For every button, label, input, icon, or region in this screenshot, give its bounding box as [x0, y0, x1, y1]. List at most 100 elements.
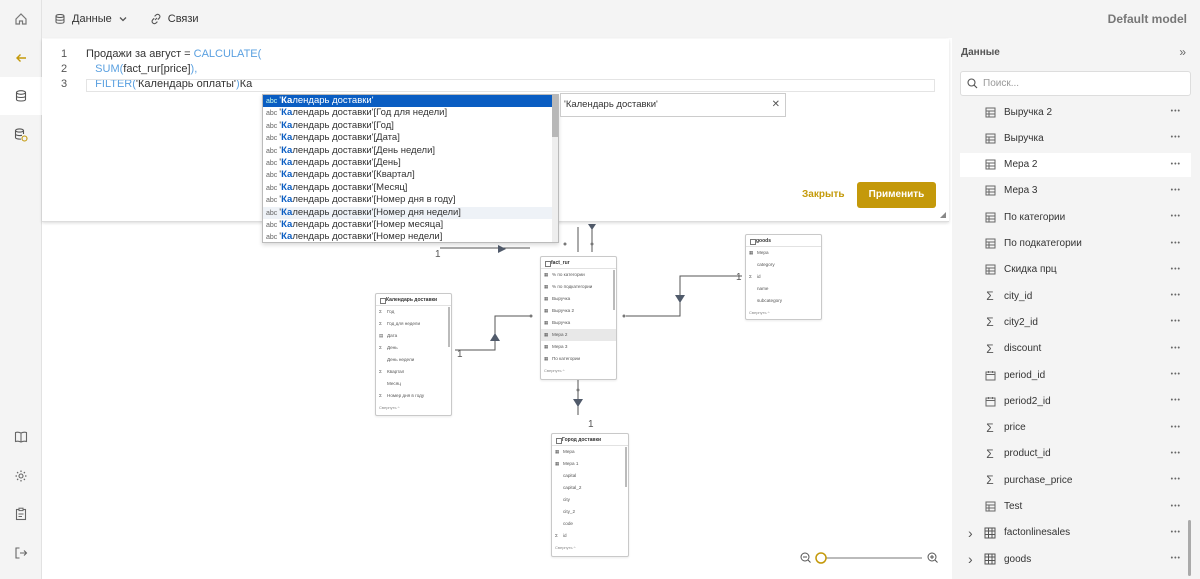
zoom-out-icon[interactable]	[800, 552, 811, 563]
table-card-field[interactable]: Σid	[746, 271, 821, 283]
close-button[interactable]: Закрыть	[802, 189, 845, 200]
autocomplete-dropdown[interactable]: abc 'Календарь доставки' abc 'Календарь дос…	[262, 94, 559, 243]
table-card-field[interactable]: Σ Номер дня в году	[376, 390, 451, 402]
panel-field-item[interactable]: Σprice •••	[960, 416, 1191, 440]
autocomplete-item[interactable]: abc 'Календарь доставки'[Номер месяца]	[263, 219, 558, 231]
resize-handle-icon[interactable]	[940, 212, 946, 218]
table-card-field[interactable]: ▤ Дата	[376, 330, 451, 342]
table-card-field[interactable]: name	[746, 283, 821, 295]
collapse-link[interactable]: Свернуть ^	[552, 542, 628, 554]
table-card-field[interactable]: Σ День	[376, 342, 451, 354]
table-card-field[interactable]: ▦ Выручка	[541, 293, 616, 305]
more-options-icon[interactable]: •••	[1171, 397, 1181, 404]
search-input[interactable]: Поиск...	[960, 71, 1191, 96]
more-options-icon[interactable]: •••	[1171, 318, 1181, 325]
panel-field-item[interactable]: Σcity2_id •••	[960, 310, 1191, 334]
more-options-icon[interactable]: •••	[1171, 345, 1181, 352]
panel-field-item[interactable]: Σproduct_id •••	[960, 442, 1191, 466]
autocomplete-item[interactable]: abc 'Календарь доставки'	[263, 95, 558, 108]
table-card-field[interactable]: code	[552, 518, 628, 530]
autocomplete-item[interactable]: abc 'Календарь доставки'[Год для недели]	[263, 107, 558, 119]
autocomplete-item[interactable]: abc 'Календарь доставки'[Номер дня недели…	[263, 206, 558, 219]
more-options-icon[interactable]: •••	[1171, 529, 1181, 536]
table-card-field[interactable]: Σ Год для недели	[376, 318, 451, 330]
table-card-field[interactable]: ▦ Мера	[552, 446, 628, 458]
table-card-field[interactable]: subcategory	[746, 295, 821, 307]
panel-field-item[interactable]: period_id •••	[960, 363, 1191, 387]
panel-field-item[interactable]: › goods •••	[960, 547, 1191, 571]
autocomplete-item[interactable]: abc 'Календарь доставки'[Месяц]	[263, 182, 558, 194]
autocomplete-item[interactable]: abc 'Календарь доставки'[Год]	[263, 120, 558, 132]
more-options-icon[interactable]: •••	[1171, 161, 1181, 168]
zoom-in-icon[interactable]	[927, 552, 938, 563]
table-card-field[interactable]: Месяц	[376, 378, 451, 390]
table-card-field[interactable]: capital_2	[552, 482, 628, 494]
zoom-slider-thumb[interactable]	[815, 552, 827, 564]
table-card-field[interactable]: capital	[552, 470, 628, 482]
panel-field-item[interactable]: По категории •••	[960, 205, 1191, 229]
table-card-field[interactable]: ▦ Выручка	[541, 317, 616, 329]
collapse-link[interactable]: Свернуть ^	[376, 402, 451, 414]
panel-field-item[interactable]: Мера 2 •••	[960, 152, 1191, 177]
more-options-icon[interactable]: •••	[1171, 108, 1181, 115]
more-options-icon[interactable]: •••	[1171, 450, 1181, 457]
autocomplete-item[interactable]: abc 'Календарь доставки'[Номер дня в году…	[263, 194, 558, 206]
panel-scrollbar[interactable]	[1188, 520, 1191, 576]
panel-field-item[interactable]: Выручка •••	[960, 126, 1191, 150]
table-card-field[interactable]: ▦ Мера 2	[541, 329, 616, 341]
more-options-icon[interactable]: •••	[1171, 476, 1181, 483]
autocomplete-item[interactable]: abc 'Календарь доставки'[Дата]	[263, 132, 558, 144]
panel-field-item[interactable]: › factonlinesales •••	[960, 521, 1191, 545]
autocomplete-scrollbar[interactable]	[552, 95, 558, 242]
more-options-icon[interactable]: •••	[1171, 240, 1181, 247]
table-card-fact-rur[interactable]: fact_rur ▦% по категории ▦% по подкатегори…	[540, 256, 617, 380]
collapse-link[interactable]: Свернуть ^	[541, 365, 616, 377]
panel-field-item[interactable]: period2_id •••	[960, 389, 1191, 413]
panel-field-item[interactable]: Выручка 2 •••	[960, 100, 1191, 124]
more-options-icon[interactable]: •••	[1171, 134, 1181, 141]
autocomplete-item[interactable]: abc 'Календарь доставки'[День недели]	[263, 145, 558, 157]
table-card-field[interactable]: ▦ Мера	[746, 247, 821, 259]
table-card-field[interactable]: ▦ Выручка 2	[541, 305, 616, 317]
table-card-field[interactable]: День недели	[376, 354, 451, 366]
panel-field-item[interactable]: Σcity_id •••	[960, 284, 1191, 308]
table-card-goods[interactable]: goods ▦ Мера category Σid name subcategory Свер…	[745, 234, 822, 320]
table-card-field[interactable]: Σ Квартал	[376, 366, 451, 378]
collapse-panel-icon[interactable]: »	[1179, 45, 1186, 59]
panel-field-item[interactable]: Σpurchase_price •••	[960, 468, 1191, 492]
field-name: name	[757, 286, 769, 291]
table-card-field[interactable]: ▦ По категории	[541, 353, 616, 365]
table-card-field[interactable]: city_2	[552, 506, 628, 518]
table-card-field[interactable]: Σ Год	[376, 306, 451, 318]
table-card-field[interactable]: Σid	[552, 530, 628, 542]
collapse-link[interactable]: Свернуть ^	[746, 307, 821, 319]
table-card-delivery-calendar[interactable]: Календарь доставки Σ Год Σ Год для недели ▤ Да…	[375, 293, 452, 416]
chevron-right-icon[interactable]: ›	[968, 525, 973, 541]
more-options-icon[interactable]: •••	[1171, 292, 1181, 299]
panel-field-item[interactable]: Test •••	[960, 495, 1191, 519]
chevron-right-icon[interactable]: ›	[968, 551, 973, 567]
panel-field-item[interactable]: Σdiscount •••	[960, 337, 1191, 361]
table-card-delivery-city[interactable]: Город доставки ▦ Мера ▦ Мера 1 capital capital…	[551, 433, 629, 557]
table-card-field[interactable]: ▦% по категории	[541, 269, 616, 281]
more-options-icon[interactable]: •••	[1171, 213, 1181, 220]
more-options-icon[interactable]: •••	[1171, 503, 1181, 510]
panel-field-item[interactable]: По подкатегории •••	[960, 232, 1191, 256]
more-options-icon[interactable]: •••	[1171, 266, 1181, 273]
table-card-field[interactable]: city	[552, 494, 628, 506]
table-card-field[interactable]: ▦ Мера 3	[541, 341, 616, 353]
apply-button[interactable]: Применить	[857, 182, 936, 208]
autocomplete-item[interactable]: abc 'Календарь доставки'[Квартал]	[263, 169, 558, 181]
table-card-field[interactable]: category	[746, 259, 821, 271]
autocomplete-item[interactable]: abc 'Календарь доставки'[День]	[263, 157, 558, 169]
autocomplete-item[interactable]: abc 'Календарь доставки'[Номер недели]	[263, 231, 558, 242]
more-options-icon[interactable]: •••	[1171, 371, 1181, 378]
more-options-icon[interactable]: •••	[1171, 187, 1181, 194]
close-icon[interactable]: ✕	[772, 94, 780, 116]
panel-field-item[interactable]: Мера 3 •••	[960, 179, 1191, 203]
more-options-icon[interactable]: •••	[1171, 555, 1181, 562]
panel-field-item[interactable]: Скидка прц •••	[960, 258, 1191, 282]
more-options-icon[interactable]: •••	[1171, 424, 1181, 431]
table-card-field[interactable]: ▦ Мера 1	[552, 458, 628, 470]
table-card-field[interactable]: ▦% по подкатегории	[541, 281, 616, 293]
